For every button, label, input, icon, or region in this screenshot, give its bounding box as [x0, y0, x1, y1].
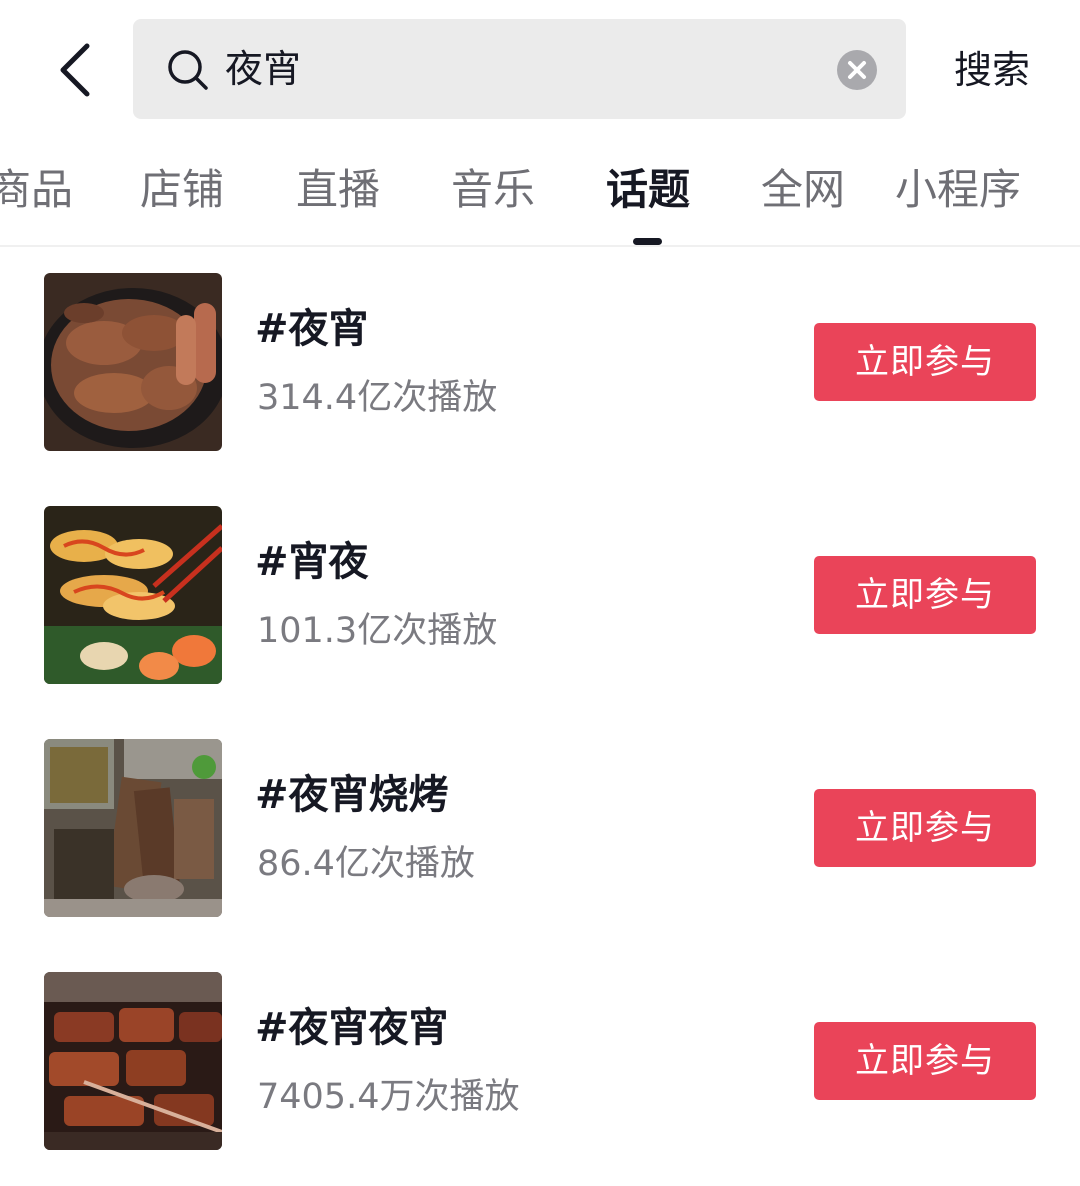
search-submit-button[interactable]: 搜索	[934, 28, 1050, 112]
topic-row[interactable]: #宵夜 101.3亿次播放 立即参与	[0, 506, 1080, 684]
join-topic-button[interactable]: 立即参与	[814, 323, 1036, 401]
topic-thumbnail[interactable]	[44, 972, 222, 1150]
search-icon	[168, 50, 208, 90]
sushi-platter-image	[44, 506, 222, 684]
close-icon	[848, 61, 866, 79]
topic-row[interactable]: #夜宵烧烤 86.4亿次播放 立即参与	[0, 739, 1080, 917]
join-topic-button[interactable]: 立即参与	[814, 556, 1036, 634]
topic-title[interactable]: #夜宵烧烤	[255, 769, 449, 821]
active-tab-indicator	[633, 238, 662, 245]
topic-title[interactable]: #夜宵	[255, 303, 369, 355]
topic-view-count: 86.4亿次播放	[257, 844, 475, 884]
topic-title[interactable]: #宵夜	[255, 536, 369, 588]
topic-row[interactable]: #夜宵 314.4亿次播放 立即参与	[0, 273, 1080, 451]
topic-thumbnail[interactable]	[44, 739, 222, 917]
back-button[interactable]	[40, 28, 110, 112]
topic-thumbnail[interactable]	[44, 506, 222, 684]
tab-music[interactable]: 音乐	[448, 140, 538, 240]
join-topic-button[interactable]: 立即参与	[814, 789, 1036, 867]
search-input[interactable]: 夜宵	[133, 19, 906, 119]
topic-row[interactable]: #夜宵夜宵 7405.4万次播放 立即参与	[0, 972, 1080, 1150]
search-query-text[interactable]: 夜宵	[225, 19, 301, 119]
tab-live[interactable]: 直播	[293, 140, 383, 240]
tab-mini-programs[interactable]: 小程序	[890, 140, 1026, 240]
topic-view-count: 101.3亿次播放	[257, 611, 498, 651]
topic-view-count: 7405.4万次播放	[257, 1077, 520, 1117]
topic-view-count: 314.4亿次播放	[257, 378, 498, 418]
grilled-ribs-image	[44, 972, 222, 1150]
search-header: 夜宵 搜索	[0, 0, 1080, 130]
grilled-meat-plate-image	[44, 273, 222, 451]
bbq-skewers-tray-image	[44, 739, 222, 917]
topic-thumbnail[interactable]	[44, 273, 222, 451]
clear-search-button[interactable]	[837, 50, 877, 90]
tab-products[interactable]: 商品	[0, 140, 76, 240]
tab-all-web[interactable]: 全网	[758, 140, 848, 240]
category-tabs: 商品 店铺 直播 音乐 话题 全网 小程序	[0, 140, 1080, 247]
tab-shops[interactable]: 店铺	[137, 140, 227, 240]
tab-topics[interactable]: 话题	[603, 140, 693, 240]
chevron-left-icon	[60, 43, 90, 97]
topic-title[interactable]: #夜宵夜宵	[255, 1002, 449, 1054]
join-topic-button[interactable]: 立即参与	[814, 1022, 1036, 1100]
search-results-page: 夜宵 搜索 商品 店铺 直播 音乐 话题 全网 小程序	[0, 0, 1080, 1186]
